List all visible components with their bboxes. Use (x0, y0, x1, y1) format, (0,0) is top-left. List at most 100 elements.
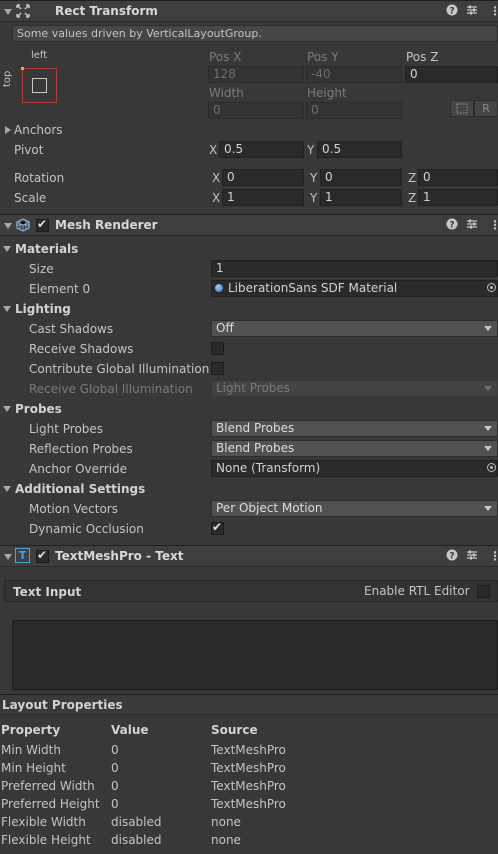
dynamic-occlusion-label: Dynamic Occlusion (29, 522, 144, 536)
component-title: TextMeshPro - Text (55, 549, 184, 563)
width-field[interactable]: 0 (208, 102, 304, 119)
property-name: Flexible Height (1, 833, 91, 847)
preset-icon[interactable] (466, 4, 478, 19)
foldout-arrow-icon[interactable] (4, 9, 12, 15)
mesh-renderer-icon (16, 218, 30, 232)
height-field[interactable]: 0 (306, 102, 402, 119)
layout-properties-header[interactable]: Layout Properties (0, 695, 498, 715)
rotation-x-axis-label: X (212, 171, 221, 185)
scale-z-field[interactable]: 1 (418, 189, 498, 206)
kebab-menu-icon[interactable]: ⋮ (489, 218, 498, 232)
kebab-menu-icon[interactable]: ⋮ (489, 4, 498, 18)
property-source: none (211, 833, 241, 847)
scale-x-field[interactable]: 1 (222, 189, 304, 206)
layout-properties-title: Layout Properties (2, 698, 123, 712)
object-picker-icon[interactable] (487, 463, 496, 472)
pivot-x-field[interactable]: 0.5 (219, 141, 304, 158)
chevron-down-icon (484, 426, 492, 431)
checkmark-icon: ✔ (37, 548, 48, 562)
property-name: Flexible Width (1, 815, 86, 829)
light-probes-value: Blend Probes (216, 421, 295, 435)
raw-edit-button[interactable]: R (474, 100, 498, 117)
driven-values-info: Some values driven by VerticalLayoutGrou… (12, 25, 498, 42)
enable-rtl-checkbox[interactable] (477, 585, 490, 598)
anchor-override-field[interactable]: None (Transform) (211, 460, 498, 477)
element-0-label: Element 0 (29, 282, 91, 296)
pos-z-field[interactable]: 0 (405, 66, 498, 83)
layout-properties-panel: Layout Properties Property Value Source … (0, 694, 498, 854)
dynamic-occlusion-checkbox[interactable]: ✔ (211, 520, 224, 535)
table-row: Flexible Width disabled none (0, 814, 498, 832)
foldout-arrow-icon[interactable] (4, 554, 12, 560)
pos-y-label: Pos Y (307, 50, 339, 64)
property-value: 0 (111, 761, 119, 775)
motion-vectors-dropdown[interactable]: Per Object Motion (211, 500, 498, 517)
lighting-foldout-icon[interactable] (3, 306, 11, 312)
preset-icon[interactable] (466, 549, 478, 564)
textmeshpro-header[interactable]: T ✔ TextMeshPro - Text ? ⋮ (0, 545, 498, 567)
enable-rtl-label: Enable RTL Editor (364, 584, 470, 598)
additional-settings-foldout-icon[interactable] (3, 486, 11, 492)
receive-shadows-checkbox[interactable] (211, 342, 224, 355)
textmeshpro-enabled-checkbox[interactable]: ✔ (36, 548, 49, 563)
raw-edit-label: R (482, 102, 490, 115)
table-row: Min Width 0 TextMeshPro (0, 742, 498, 760)
mesh-renderer-enabled-checkbox[interactable]: ✔ (36, 217, 49, 232)
kebab-menu-icon[interactable]: ⋮ (489, 549, 498, 563)
scale-y-axis-label: Y (310, 191, 318, 205)
size-label: Size (29, 262, 54, 276)
contribute-gi-label: Contribute Global Illumination (29, 362, 210, 376)
probes-label[interactable]: Probes (15, 402, 62, 416)
chevron-down-icon (484, 506, 492, 511)
foldout-arrow-icon[interactable] (4, 223, 12, 229)
contribute-gi-checkbox[interactable] (211, 362, 224, 375)
property-name: Preferred Width (1, 779, 95, 793)
blueprint-mode-button[interactable] (450, 100, 474, 117)
pos-y-field[interactable]: -40 (306, 66, 402, 83)
mesh-renderer-header[interactable]: ✔ Mesh Renderer ? ⋮ (0, 214, 498, 236)
rect-transform-icon (16, 4, 30, 18)
rotation-x-field[interactable]: 0 (222, 169, 304, 186)
anchor-override-label: Anchor Override (29, 462, 128, 476)
pivot-y-field[interactable]: 0.5 (317, 141, 402, 158)
table-row: Preferred Width 0 TextMeshPro (0, 778, 498, 796)
receive-gi-dropdown[interactable]: Light Probes (211, 380, 498, 397)
cast-shadows-dropdown[interactable]: Off (211, 320, 498, 337)
property-name: Preferred Height (1, 797, 100, 811)
pos-x-field[interactable]: 128 (208, 66, 304, 83)
pos-x-label: Pos X (209, 50, 242, 64)
help-icon[interactable]: ? (446, 218, 458, 233)
property-source: TextMeshPro (211, 797, 286, 811)
probes-foldout-icon[interactable] (3, 406, 11, 412)
anchor-preset-button[interactable] (21, 67, 57, 103)
rect-transform-header[interactable]: Rect Transform ? ⋮ (0, 0, 498, 22)
reflection-probes-dropdown[interactable]: Blend Probes (211, 440, 498, 457)
table-row: Preferred Height 0 TextMeshPro (0, 796, 498, 814)
materials-label[interactable]: Materials (15, 242, 78, 256)
materials-size-field[interactable]: 1 (211, 260, 498, 277)
width-label: Width (209, 86, 244, 100)
pivot-y-axis-label: Y (307, 143, 315, 157)
text-input-section-bar: Text Input Enable RTL Editor (4, 580, 498, 602)
rotation-y-field[interactable]: 0 (320, 169, 402, 186)
lighting-label[interactable]: Lighting (15, 302, 71, 316)
additional-settings-label[interactable]: Additional Settings (15, 482, 145, 496)
preset-icon[interactable] (466, 218, 478, 233)
light-probes-dropdown[interactable]: Blend Probes (211, 420, 498, 437)
rotation-z-field[interactable]: 0 (418, 169, 498, 186)
materials-foldout-icon[interactable] (3, 246, 11, 252)
rotation-label: Rotation (14, 171, 65, 185)
text-input-area[interactable] (12, 620, 498, 690)
help-icon[interactable]: ? (446, 4, 458, 19)
material-element-0-field[interactable]: LiberationSans SDF Material (211, 280, 498, 297)
chevron-down-icon (484, 386, 492, 391)
object-picker-icon[interactable] (487, 283, 496, 292)
anchors-label[interactable]: Anchors (14, 123, 63, 137)
light-probes-label: Light Probes (29, 422, 104, 436)
help-icon[interactable]: ? (446, 549, 458, 564)
material-icon (215, 284, 223, 292)
checkmark-icon: ✔ (212, 520, 223, 534)
anchors-foldout-icon[interactable] (5, 126, 11, 134)
scale-y-field[interactable]: 1 (320, 189, 402, 206)
material-name: LiberationSans SDF Material (228, 281, 398, 295)
